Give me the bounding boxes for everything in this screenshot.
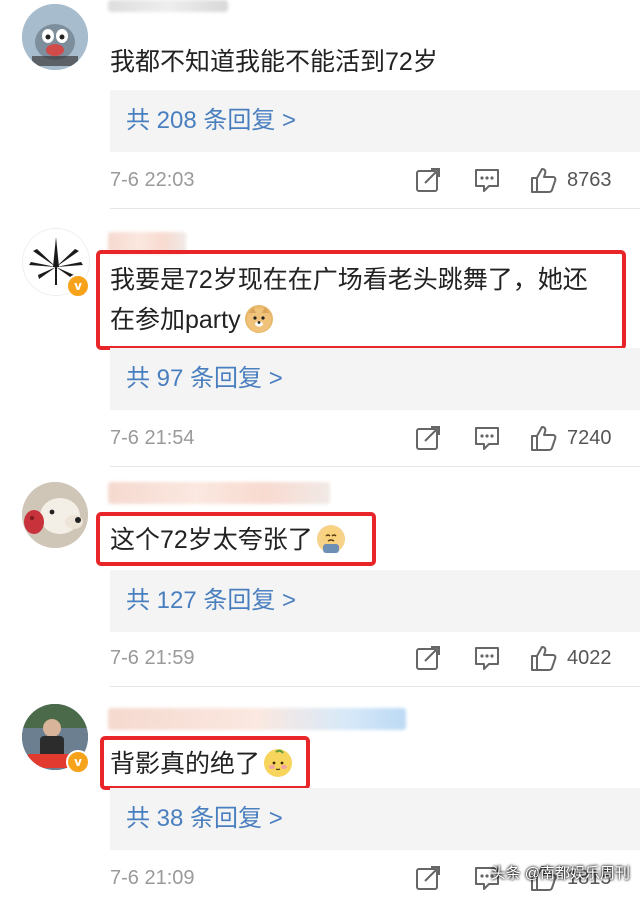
avatar[interactable] [22, 482, 88, 548]
comment-icon[interactable] [473, 644, 501, 672]
username-blurred[interactable] [108, 0, 228, 12]
verified-badge-icon: v [66, 274, 90, 298]
reply-link-box[interactable]: 共 97 条回复 > [110, 348, 640, 410]
comment-meta: 7-6 21:59 4022 [0, 638, 640, 678]
watermark: 头条 @南都娱乐周刊 [490, 865, 630, 882]
comment-meta: 7-6 21:54 7240 [0, 418, 640, 458]
comment-icon[interactable] [473, 424, 501, 452]
like-count: 8763 [567, 169, 612, 191]
timestamp: 7-6 21:09 [110, 867, 195, 889]
comment-3: 这个72岁太夸张了 共 127 条回复 > 7-6 21:59 4022 [0, 482, 640, 710]
reply-link-box[interactable]: 共 38 条回复 > [110, 788, 640, 850]
doge-emoji-icon [244, 305, 273, 333]
divider [110, 686, 640, 687]
comment-text: 我都不知道我能不能活到72岁 [110, 48, 438, 76]
like-count: 7240 [567, 427, 612, 449]
comment-text: 我要是72岁现在在广场看老头跳舞了，她还 [110, 266, 588, 294]
reply-link-box[interactable]: 共 208 条回复 > [110, 90, 640, 152]
divider [110, 466, 640, 467]
comment-text-line2: 在参加party [110, 300, 273, 340]
share-icon[interactable] [414, 166, 442, 194]
like-icon[interactable] [529, 424, 557, 452]
sad-emoji-icon [316, 525, 345, 553]
username-blurred[interactable] [108, 482, 330, 504]
reply-count-link[interactable]: 共 208 条回复 > [126, 90, 296, 152]
comment-meta: 7-6 22:03 8763 [0, 160, 640, 200]
timestamp: 7-6 21:59 [110, 647, 195, 669]
reply-link-box[interactable]: 共 127 条回复 > [110, 570, 640, 632]
share-icon[interactable] [414, 644, 442, 672]
comment-2: v 我要是72岁现在在广场看老头跳舞了，她还 在参加party 共 97 条回复… [0, 228, 640, 467]
shy-emoji-icon [264, 749, 293, 777]
share-icon[interactable] [414, 864, 442, 892]
comment-1: 我都不知道我能不能活到72岁 共 208 条回复 > 7-6 22:03 876… [0, 0, 640, 228]
divider [110, 208, 640, 209]
comment-text: 这个72岁太夸张了 [110, 520, 345, 560]
like-icon[interactable] [529, 166, 557, 194]
like-icon[interactable] [529, 644, 557, 672]
reply-count-link[interactable]: 共 38 条回复 > [126, 788, 283, 850]
like-count: 4022 [567, 647, 612, 669]
comment-text: 背影真的绝了 [110, 744, 293, 784]
verified-badge-icon: v [66, 750, 90, 774]
avatar[interactable] [22, 4, 88, 70]
timestamp: 7-6 21:54 [110, 427, 195, 449]
comment-icon[interactable] [473, 166, 501, 194]
timestamp: 7-6 22:03 [110, 169, 195, 191]
username-blurred[interactable] [108, 708, 406, 730]
share-icon[interactable] [414, 424, 442, 452]
reply-count-link[interactable]: 共 127 条回复 > [126, 570, 296, 632]
reply-count-link[interactable]: 共 97 条回复 > [126, 348, 283, 410]
